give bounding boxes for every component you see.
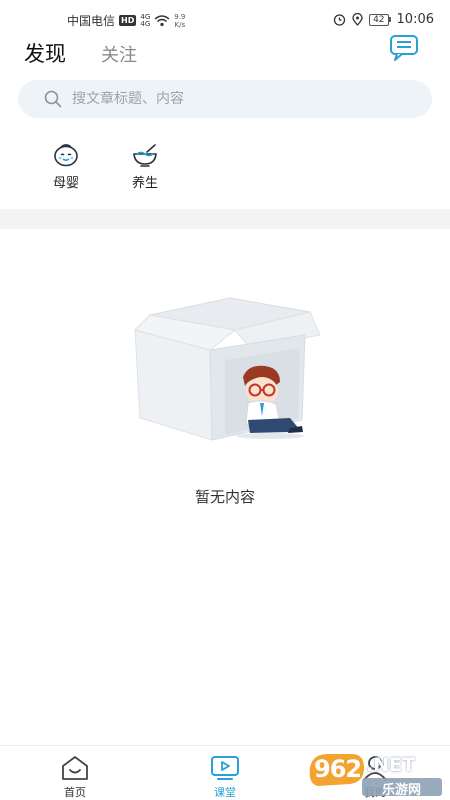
clock: 10:06	[396, 12, 434, 27]
location-icon	[352, 13, 363, 26]
search-input[interactable]	[72, 91, 402, 107]
health-bowl-icon	[133, 144, 157, 167]
battery-tip	[388, 17, 391, 22]
search-bar[interactable]	[18, 80, 432, 118]
carrier-label: 中国电信	[67, 14, 116, 28]
category-baby[interactable]: 母婴	[38, 142, 94, 191]
watermark-sub: 乐游网	[382, 783, 422, 798]
battery-indicator: 42	[369, 13, 391, 26]
nav-item-home[interactable]: 首页	[40, 754, 110, 800]
speed-unit: K/s	[174, 20, 186, 29]
home-icon	[62, 756, 88, 780]
category-label: 母婴	[52, 176, 79, 191]
tab-discover[interactable]: 发现	[24, 38, 66, 68]
tab-follow[interactable]: 关注	[101, 41, 137, 67]
nav-label-classroom: 课堂	[214, 786, 236, 799]
status-right: 42 10:06	[333, 12, 434, 27]
search-icon	[44, 90, 62, 108]
site-watermark: 962 .NET 乐游网	[306, 748, 446, 798]
empty-box-illustration	[134, 297, 320, 441]
alarm-icon	[333, 14, 346, 26]
category-label: 养生	[131, 176, 158, 191]
watermark-brand: 962	[314, 755, 362, 783]
watermark-suffix: .NET	[366, 754, 416, 776]
baby-face-icon	[54, 144, 78, 167]
header: 发现 关注	[0, 32, 450, 72]
network-type-bottom: 4G	[140, 19, 151, 28]
network-type: 4G 4G	[140, 13, 151, 28]
wifi-icon	[154, 14, 170, 26]
nav-item-classroom[interactable]: 课堂	[190, 754, 260, 800]
message-icon[interactable]	[389, 34, 419, 62]
battery-level: 42	[369, 13, 389, 26]
status-left: 中国电信 HD 4G 4G 9.9 K/s	[67, 12, 185, 29]
category-health[interactable]: 养生	[117, 142, 173, 191]
hd-badge: HD	[119, 15, 137, 26]
classroom-play-icon	[211, 756, 239, 780]
network-speed: 9.9 K/s	[174, 13, 185, 29]
empty-state-text: 暂无内容	[194, 488, 255, 506]
nav-label-home: 首页	[64, 786, 86, 799]
section-divider	[0, 209, 450, 229]
speed-value: 9.9	[174, 12, 186, 21]
